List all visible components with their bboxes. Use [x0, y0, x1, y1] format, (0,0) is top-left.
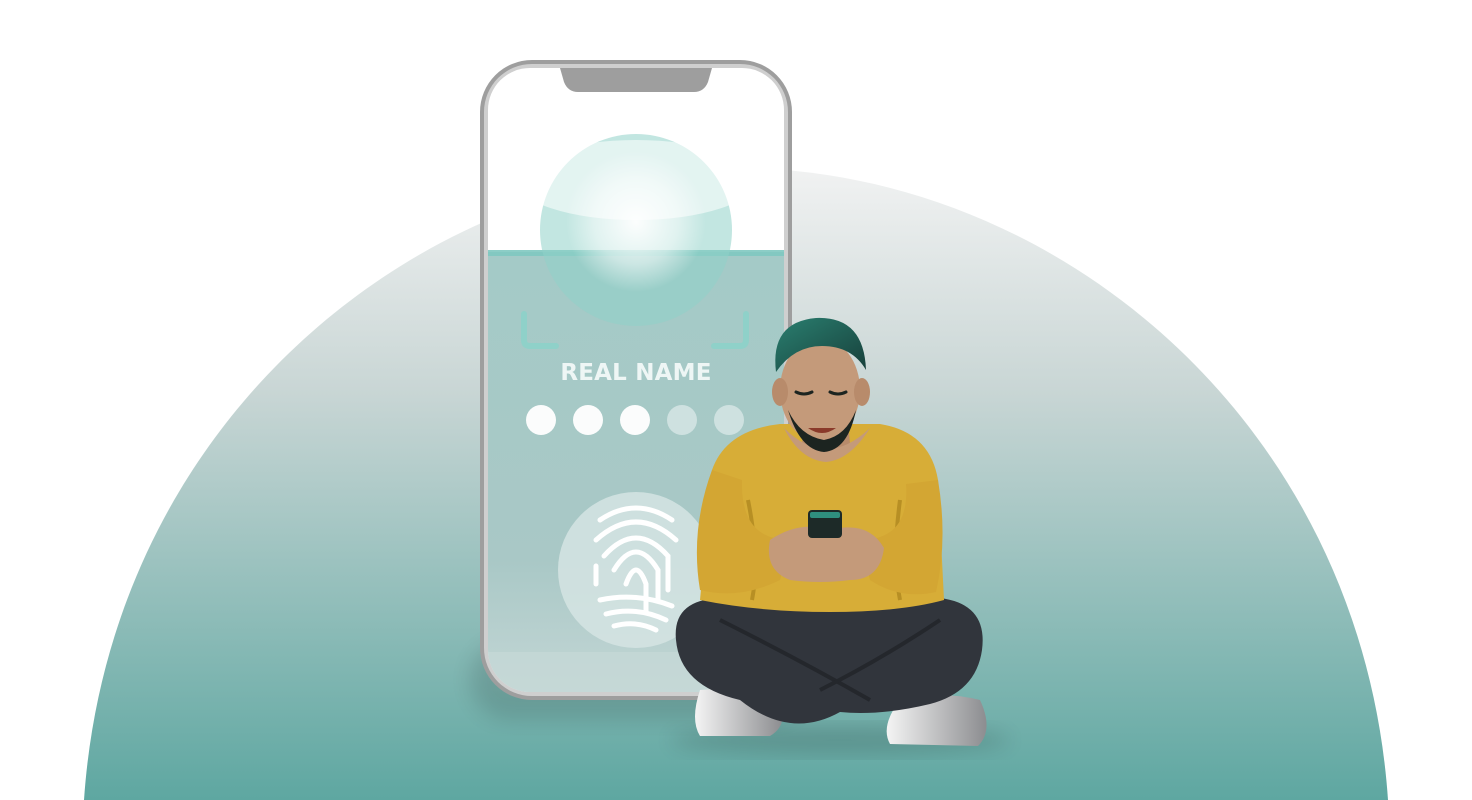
pin-dot-filled — [620, 405, 650, 435]
illustration-stage: REAL NAME — [0, 0, 1472, 800]
pin-dot-empty — [667, 405, 697, 435]
pin-dot-filled — [573, 405, 603, 435]
pin-dot-filled — [526, 405, 556, 435]
pin-dot-empty — [714, 405, 744, 435]
phone-notch — [560, 68, 712, 92]
screen-title: REAL NAME — [560, 360, 712, 386]
scene-svg — [84, 60, 1388, 800]
